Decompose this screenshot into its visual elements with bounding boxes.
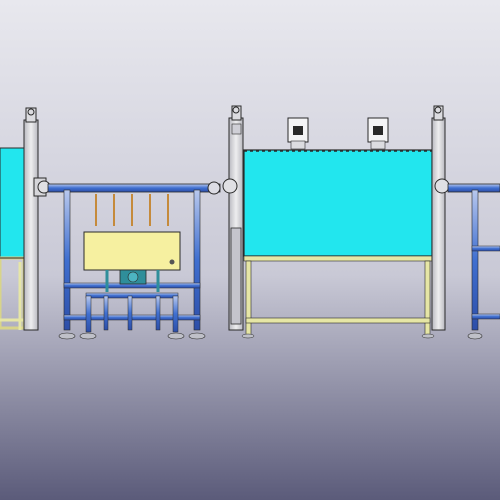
sensor-right: [367, 117, 389, 150]
cad-drawing-canvas: [0, 0, 500, 500]
cad-assembly-svg: [0, 0, 500, 500]
sensor-left: [287, 117, 309, 150]
